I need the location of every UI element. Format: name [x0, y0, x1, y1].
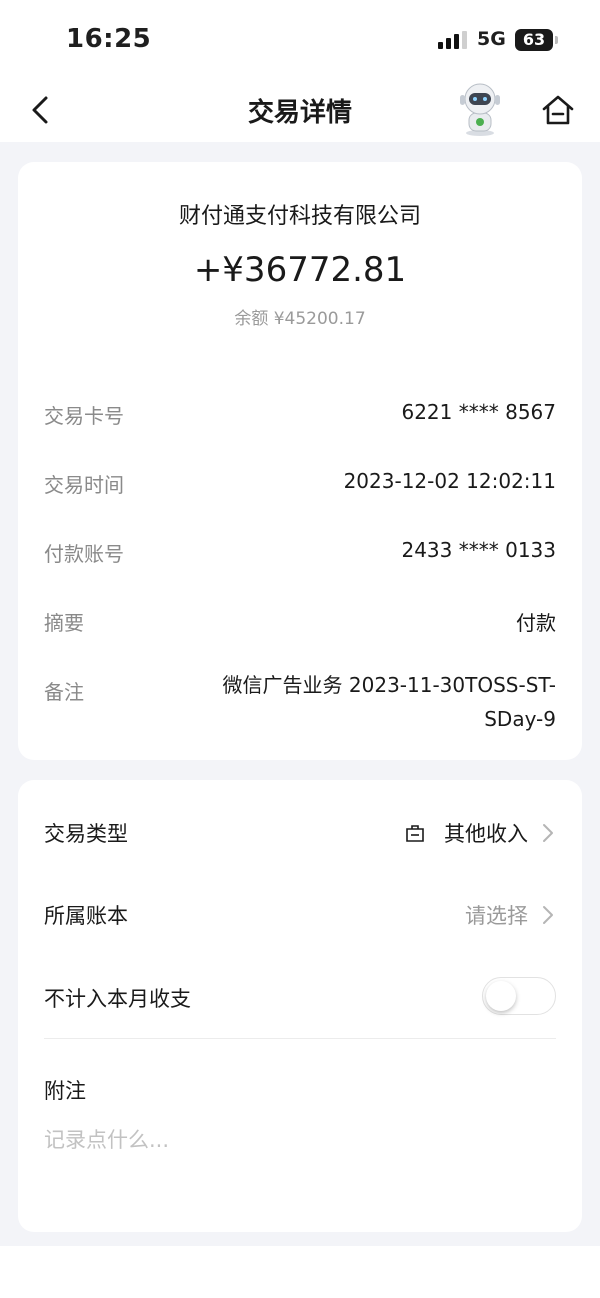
detail-value: 微信广告业务 2023-11-30TOSS-ST-SDay-9 — [222, 673, 556, 731]
detail-value: 付款 — [516, 611, 556, 635]
detail-value: 2023-12-02 12:02:11 — [343, 469, 556, 493]
balance-text: 余额 ¥45200.17 — [234, 309, 366, 329]
account-book-value: 请选择 — [465, 904, 528, 928]
status-bar: 16:25 5G 63 — [0, 0, 600, 80]
note-label: 附注 — [44, 1079, 86, 1103]
divider — [44, 1038, 556, 1039]
settings-card: 交易类型 其他收入 所属账本 请选择 不计入本月收支 附注 记录点什么... — [18, 780, 582, 1232]
exclude-month-toggle[interactable] — [482, 977, 556, 1015]
detail-label: 付款账号 — [44, 542, 124, 566]
detail-value: 6221 **** 8567 — [401, 400, 556, 424]
network-type: 5G — [477, 28, 506, 50]
detail-value: 2433 **** 0133 — [401, 538, 556, 562]
exclude-month-label: 不计入本月收支 — [44, 987, 191, 1011]
payee-name: 财付通支付科技有限公司 — [178, 204, 421, 229]
account-book-label: 所属账本 — [44, 904, 128, 928]
detail-label: 交易时间 — [44, 473, 124, 497]
note-input[interactable] — [44, 1128, 556, 1152]
page-title: 交易详情 — [247, 98, 352, 128]
nav-bar: 交易详情 — [0, 80, 600, 142]
chevron-right-icon — [543, 906, 553, 924]
detail-label: 备注 — [44, 680, 84, 704]
chevron-right-icon — [543, 824, 553, 842]
briefcase-icon — [406, 825, 424, 842]
home-icon[interactable] — [538, 90, 578, 130]
status-time: 16:25 — [66, 24, 152, 54]
battery-icon: 63 — [515, 29, 558, 51]
signal-icon — [438, 31, 468, 49]
toggle-knob — [486, 981, 516, 1011]
transaction-amount: +¥36772.81 — [193, 250, 407, 290]
transaction-type-value: 其他收入 — [444, 822, 528, 846]
detail-label: 交易卡号 — [44, 404, 124, 428]
robot-assistant-icon[interactable] — [452, 80, 508, 138]
detail-label: 摘要 — [44, 611, 84, 635]
transaction-card: 财付通支付科技有限公司 +¥36772.81 余额 ¥45200.17 交易卡号… — [18, 162, 582, 760]
transaction-type-label: 交易类型 — [44, 822, 128, 846]
